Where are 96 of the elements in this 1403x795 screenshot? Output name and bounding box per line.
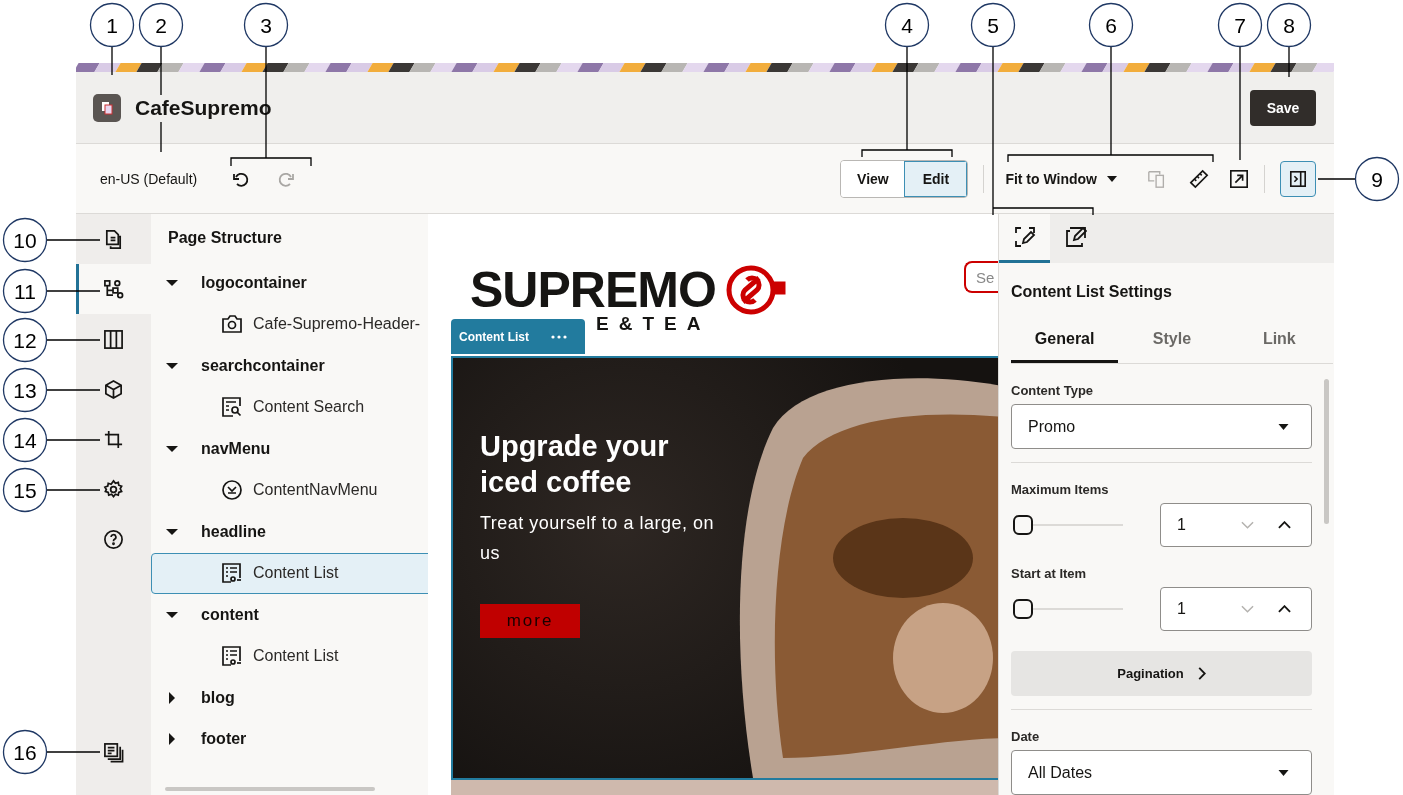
slider-thumb[interactable] [1013, 515, 1033, 535]
callout-marker: 7 [1217, 2, 1263, 48]
leader-line [111, 46, 113, 76]
list-icon [221, 562, 243, 585]
callout-marker: 12 [2, 317, 48, 363]
stacked-pages-icon [103, 741, 124, 763]
search-list-icon [221, 396, 243, 419]
cube-icon [103, 378, 124, 400]
tree-item[interactable]: searchcontainer [151, 345, 428, 387]
select-field[interactable]: Promo [1011, 404, 1312, 449]
tree-item[interactable]: Content Search [151, 386, 428, 428]
chevron-circle-icon [221, 479, 243, 502]
callout-marker: 10 [2, 217, 48, 263]
crop-icon [103, 428, 124, 450]
leader-line [46, 239, 101, 241]
settings-tab[interactable]: General [1011, 317, 1119, 363]
callout-marker: 15 [2, 467, 48, 513]
field-label: Content Type [1011, 382, 1095, 400]
tree-item[interactable]: ContentNavMenu [151, 469, 428, 511]
site-icon [93, 93, 121, 122]
sidebar-button[interactable] [76, 264, 151, 314]
slider-thumb[interactable] [1013, 599, 1033, 619]
tree-item[interactable]: Content List [151, 552, 428, 594]
mode-toggle-button[interactable]: Edit [904, 160, 968, 197]
zoom-dropdown[interactable]: Fit to Window [999, 170, 1123, 187]
tree-item[interactable]: blog [151, 677, 428, 719]
frame-edit-icon [1013, 226, 1036, 248]
hero-subtitle: Treat yourself to a large, on us [480, 512, 715, 565]
select-field[interactable]: All Dates [1011, 750, 1312, 795]
camera-icon [221, 313, 243, 336]
columns-icon [103, 328, 124, 350]
panel-title: Content List Settings [1011, 282, 1173, 302]
callout-marker: 16 [2, 729, 48, 775]
tree-item[interactable]: navMenu [151, 428, 428, 470]
leader-line [46, 339, 101, 341]
callout-marker: 9 [1354, 156, 1400, 202]
caret-icon [1107, 175, 1117, 182]
scrollbar[interactable] [1324, 379, 1329, 524]
chevron-up-icon[interactable] [1278, 605, 1291, 613]
help-icon [103, 528, 124, 550]
callout-marker: 14 [2, 417, 48, 463]
panel-toggle-button[interactable] [1280, 160, 1316, 197]
stacked-edit-icon [1064, 226, 1087, 248]
panel-tab[interactable] [999, 214, 1050, 263]
leader-line [46, 290, 101, 292]
caret-right-icon [166, 733, 178, 746]
pagination-button[interactable]: Pagination [1011, 651, 1312, 696]
leader-line [1317, 178, 1356, 180]
field-label: Start at Item [1011, 565, 1088, 583]
tree-item[interactable]: logocontainer [151, 262, 428, 304]
save-button[interactable]: Save [1250, 89, 1316, 126]
field-label: Maximum Items [1011, 481, 1110, 499]
leader-line [1288, 46, 1290, 78]
tree-item[interactable]: Content List [151, 635, 428, 677]
chevron-up-icon[interactable] [1278, 521, 1291, 529]
settings-icon [103, 478, 124, 500]
search-field[interactable]: Se [964, 261, 998, 293]
ruler-icon[interactable] [1189, 168, 1209, 189]
callout-marker: 3 [243, 2, 289, 48]
mode-toggle-button[interactable]: View [841, 160, 905, 197]
panel-title: Page Structure [167, 228, 283, 248]
leader-line [46, 439, 101, 441]
callout-marker: 4 [884, 2, 930, 48]
callout-marker: 2 [138, 2, 184, 48]
scrollbar[interactable] [165, 787, 375, 791]
number-field[interactable]: 1 [1160, 503, 1312, 547]
more-icon[interactable] [551, 334, 567, 339]
callout-marker: 8 [1266, 2, 1312, 48]
list-icon [221, 645, 243, 668]
open-external-icon[interactable] [1229, 168, 1249, 189]
callout-marker: 1 [89, 2, 135, 48]
document-icon [103, 228, 124, 250]
component-label[interactable]: Content List [451, 319, 585, 354]
caret-icon [1278, 769, 1289, 776]
hero-title: Upgrade your iced coffee [480, 429, 670, 500]
tree-item[interactable]: Cafe-Supremo-Header- [151, 303, 428, 345]
leader-line [46, 389, 101, 391]
panel-toggle-icon [1289, 169, 1307, 188]
callout-marker: 6 [1088, 2, 1134, 48]
field-label: Date [1011, 728, 1041, 746]
leader-line [46, 751, 101, 753]
settings-tab[interactable]: Style [1118, 317, 1226, 363]
number-field[interactable]: 1 [1160, 587, 1312, 631]
callout-marker: 13 [2, 367, 48, 413]
settings-tab[interactable]: Link [1225, 317, 1333, 363]
callout-marker: 5 [970, 2, 1016, 48]
caret-right-icon [166, 691, 178, 704]
leader-line [46, 489, 101, 491]
caret-icon [1278, 423, 1289, 430]
hierarchy-icon [103, 278, 124, 300]
locale-label[interactable]: en-US (Default) [100, 170, 198, 187]
tree-item[interactable]: headline [151, 511, 428, 553]
tree-item[interactable]: content [151, 594, 428, 636]
callout-marker: 11 [2, 268, 48, 314]
tree-item[interactable]: footer [151, 718, 428, 760]
chevron-right-icon [1197, 667, 1206, 680]
